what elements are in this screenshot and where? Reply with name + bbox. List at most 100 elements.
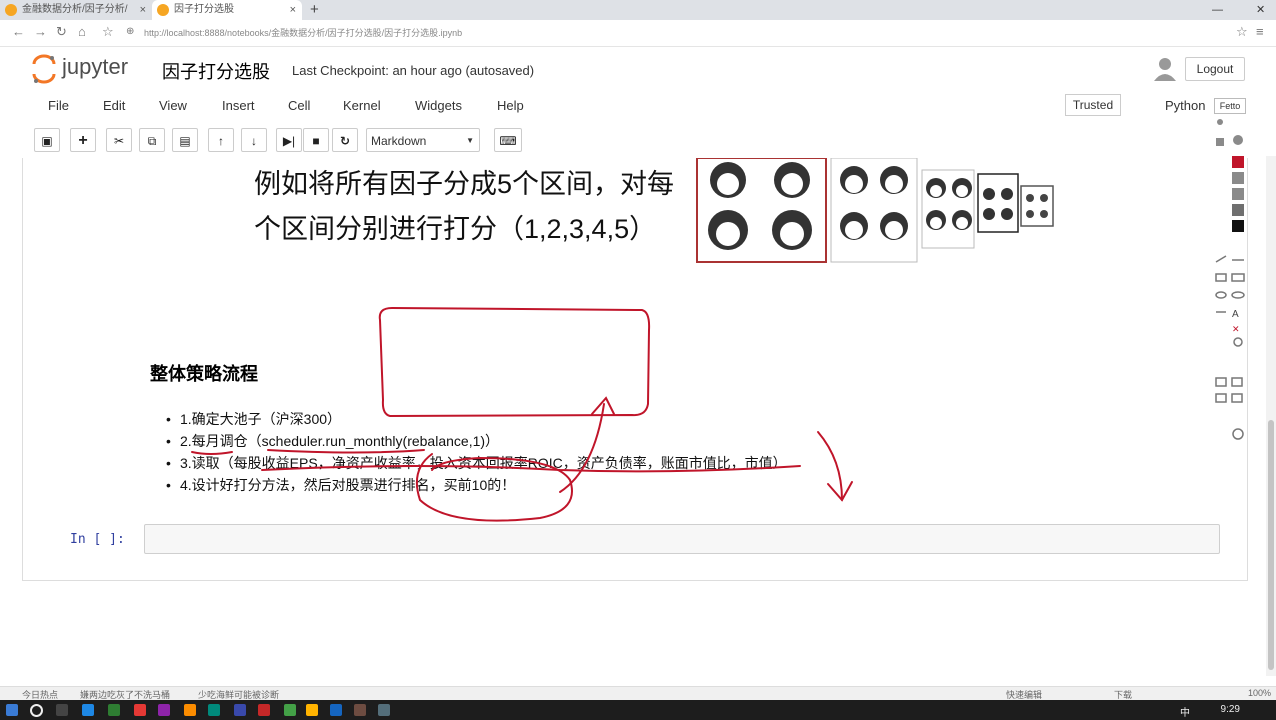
app-icon[interactable] xyxy=(208,704,220,716)
app-icon[interactable] xyxy=(234,704,246,716)
cell-type-select[interactable]: Markdown ▼ xyxy=(366,128,480,152)
list-item: 3.读取（每股收益EPS，净资产收益率，投入资本回报率ROIC，资产负债率，账面… xyxy=(160,452,787,474)
run-icon: ▶| xyxy=(282,134,296,148)
app-icon[interactable] xyxy=(284,704,296,716)
markdown-text-line-1: 例如将所有因子分成5个区间，对每 xyxy=(254,169,675,199)
app-icon[interactable] xyxy=(108,704,120,716)
start-icon[interactable] xyxy=(6,704,18,716)
app-icon[interactable] xyxy=(354,704,366,716)
menu-cell[interactable]: Cell xyxy=(288,98,310,113)
menu-file[interactable]: File xyxy=(48,98,69,113)
url-field[interactable]: http://localhost:8888/notebooks/金融数据分析/因… xyxy=(144,26,462,39)
save-button[interactable]: ▣ xyxy=(34,128,60,152)
menu-view[interactable]: View xyxy=(159,98,187,113)
red-color-swatch xyxy=(1232,156,1244,168)
strategy-steps-list: 1.确定大池子（沪深300） 2.每月调仓（scheduler.run_mont… xyxy=(160,408,787,496)
menu-kernel[interactable]: Kernel xyxy=(343,98,381,113)
app-icon[interactable] xyxy=(258,704,270,716)
back-icon[interactable]: ← xyxy=(12,24,25,39)
command-palette-button[interactable]: ⌨ xyxy=(494,128,522,152)
paste-button[interactable]: ▤ xyxy=(172,128,198,152)
move-up-button[interactable]: ↑ xyxy=(208,128,234,152)
home-icon[interactable]: ⌂ xyxy=(78,24,86,39)
score-groups-illustration xyxy=(696,158,1054,263)
app-icon[interactable] xyxy=(184,704,196,716)
browser-menu-icon[interactable]: ≡ xyxy=(1256,24,1264,39)
tab-close-icon[interactable]: × xyxy=(290,0,296,20)
bookmark-star-icon[interactable]: ☆ xyxy=(102,24,114,40)
browser-tab-1[interactable]: 金融数据分析/因子分析/ × xyxy=(0,0,152,20)
copy-button[interactable]: ⧉ xyxy=(139,128,165,152)
taskview-icon[interactable] xyxy=(56,704,68,716)
app-icon[interactable] xyxy=(158,704,170,716)
tab-close-icon[interactable]: × xyxy=(140,0,146,20)
jupyter-logo-text: jupyter xyxy=(61,54,128,79)
page-favicon-icon xyxy=(5,4,17,16)
restart-icon: ↻ xyxy=(339,134,351,148)
secure-lock-icon: ⊕ xyxy=(126,26,135,37)
list-item: 4.设计好打分方法，然后对股票进行排名，买前10的！ xyxy=(160,474,787,496)
jupyter-logo[interactable]: jupyter xyxy=(30,52,150,91)
logout-button[interactable]: Logout xyxy=(1185,57,1245,81)
app-icon[interactable] xyxy=(134,704,146,716)
forward-icon[interactable]: → xyxy=(34,24,47,39)
trusted-indicator[interactable]: Trusted xyxy=(1065,94,1121,116)
notebook-toolbar: ▣ + ✂ ⧉ ▤ ↑ ↓ ▶| ■ ↻ Markdown ▼ ⌨ xyxy=(0,128,1276,156)
checkpoint-status: Last Checkpoint: an hour ago (autosaved) xyxy=(292,63,535,78)
browser-status-bar: 今日热点 嫌两边吃灰了不洗马桶 少吃海鲜可能被诊断 快速编辑 下载 100% xyxy=(0,686,1276,701)
minimize-button[interactable]: — xyxy=(1212,0,1223,20)
tab-label: 金融数据分析/因子分析/ xyxy=(22,4,128,15)
app-icon[interactable] xyxy=(306,704,318,716)
svg-text:A: A xyxy=(1232,309,1239,320)
insert-cell-button[interactable]: + xyxy=(70,128,96,152)
list-item: 1.确定大池子（沪深300） xyxy=(160,408,787,430)
cell-type-value: Markdown xyxy=(371,134,427,148)
notebook-title[interactable]: 因子打分选股 xyxy=(162,58,270,84)
app-icon[interactable] xyxy=(378,704,390,716)
chevron-down-icon: ▼ xyxy=(466,136,474,145)
cut-button[interactable]: ✂ xyxy=(106,128,132,152)
ime-indicator[interactable]: 中 xyxy=(1180,704,1190,719)
cut-icon: ✂ xyxy=(113,134,125,148)
save-icon: ▣ xyxy=(41,134,53,148)
markdown-text-line-2: 个区间分别进行打分（1,2,3,4,5） xyxy=(254,214,657,244)
scrollbar-thumb[interactable] xyxy=(1268,420,1274,670)
paste-icon: ▤ xyxy=(179,134,191,148)
menu-widgets[interactable]: Widgets xyxy=(415,98,462,113)
menu-edit[interactable]: Edit xyxy=(103,98,125,113)
move-down-button[interactable]: ↓ xyxy=(241,128,267,152)
clock[interactable]: 9:29 xyxy=(1221,704,1240,715)
strategy-heading: 整体策略流程 xyxy=(150,364,258,384)
insert-cell-icon: + xyxy=(78,132,88,149)
reload-icon[interactable]: ↻ xyxy=(56,24,67,40)
list-item: 2.每月调仓（scheduler.run_monthly(rebalance,1… xyxy=(160,430,787,452)
user-avatar-icon xyxy=(1154,58,1176,81)
browser-tab-bar: 金融数据分析/因子分析/ × 因子打分选股 × + — ✕ xyxy=(0,0,1276,20)
cell-prompt: In [ ]: xyxy=(70,532,125,547)
new-tab-button[interactable]: + xyxy=(310,0,319,20)
edge-icon[interactable] xyxy=(82,704,94,716)
stop-icon: ■ xyxy=(312,134,320,148)
search-icon[interactable] xyxy=(30,704,43,717)
move-down-icon: ↓ xyxy=(251,134,257,148)
drawing-toolbox[interactable]: A ✕ xyxy=(1212,112,1248,472)
page-favicon-icon xyxy=(157,4,169,16)
run-button[interactable]: ▶| xyxy=(276,128,302,152)
svg-text:✕: ✕ xyxy=(1232,324,1240,334)
close-window-button[interactable]: ✕ xyxy=(1256,0,1265,20)
keyboard-icon: ⌨ xyxy=(499,134,517,148)
app-icon[interactable] xyxy=(330,704,342,716)
bookmarks-icon[interactable]: ☆ xyxy=(1236,24,1248,40)
os-taskbar: 中 9:29 xyxy=(0,700,1276,720)
tab-label: 因子打分选股 xyxy=(174,4,234,15)
menu-help[interactable]: Help xyxy=(497,98,524,113)
zoom-level[interactable]: 100% xyxy=(1248,688,1271,698)
browser-tab-2[interactable]: 因子打分选股 × xyxy=(152,0,302,20)
move-up-icon: ↑ xyxy=(218,134,224,148)
interrupt-button[interactable]: ■ xyxy=(303,128,329,152)
copy-icon: ⧉ xyxy=(147,134,157,148)
restart-button[interactable]: ↻ xyxy=(332,128,358,152)
menu-insert[interactable]: Insert xyxy=(222,98,255,113)
address-bar: ← → ↻ ⌂ ☆ ⊕ http://localhost:8888/notebo… xyxy=(0,20,1276,47)
code-cell-input[interactable] xyxy=(144,524,1220,554)
